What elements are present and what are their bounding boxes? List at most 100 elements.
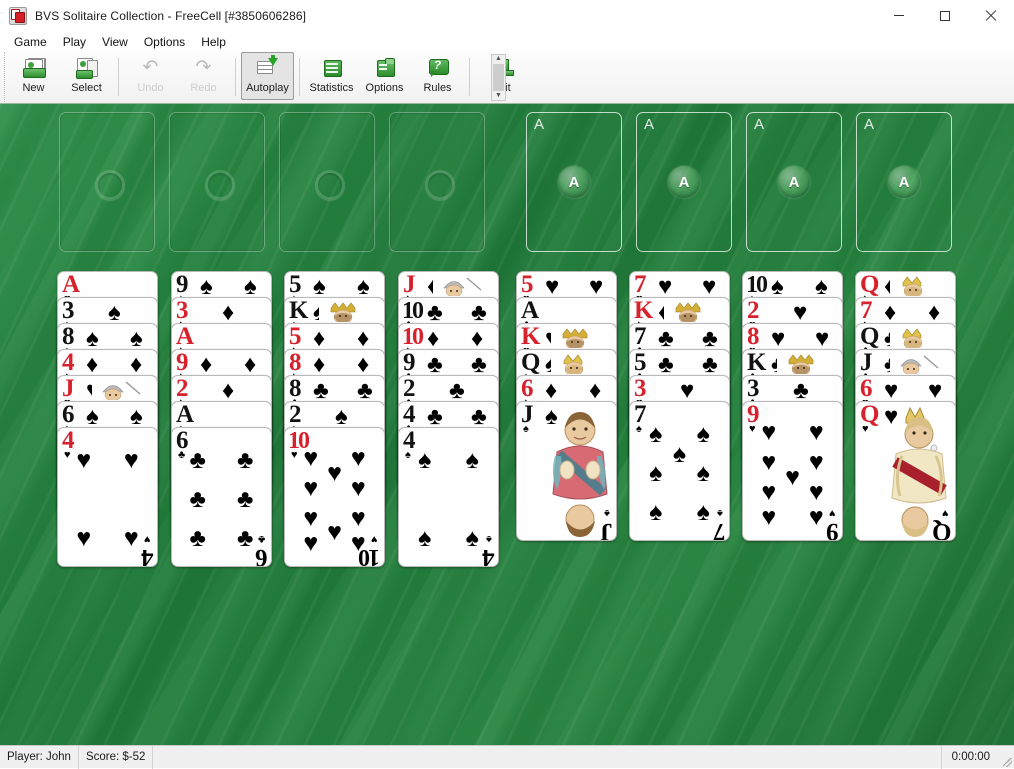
toolbar-new-button[interactable]: New	[7, 52, 60, 100]
card-suit-icon-inverted: ♥	[829, 507, 836, 519]
toolbar-select-button[interactable]: Select	[60, 52, 113, 100]
card-9-hearts[interactable]: 9 ♥ ♥ ♥ ♥ ♥ ♥ ♥ ♥ ♥ ♥ 9 ♥	[742, 401, 843, 541]
foundation-pile-4[interactable]: AA	[856, 112, 952, 252]
toolbar-select-label: Select	[71, 82, 102, 94]
card-pip-icon: ♥	[884, 403, 899, 430]
app-cards-icon	[9, 6, 27, 25]
toolbar-rules-button[interactable]: ? Rules	[411, 52, 464, 100]
card-rank-label-inverted: 4	[481, 544, 495, 567]
card-suit-icon: ♥	[862, 423, 869, 435]
free-cell-4[interactable]	[389, 112, 485, 252]
card-pip-icon: ♥	[761, 447, 777, 476]
card-pip-icon: ♥	[76, 523, 92, 552]
rules-badge: ?	[433, 58, 442, 72]
card-rank-label-inverted: 7	[712, 518, 726, 541]
close-icon	[985, 10, 997, 22]
card-pip-icon: ♥	[303, 504, 319, 533]
card-pip-icon: ♥	[327, 458, 342, 487]
foundation-pile-2[interactable]: AA	[636, 112, 732, 252]
card-suit-icon: ♥	[64, 449, 71, 461]
card-pip-icon: ♠	[418, 446, 432, 475]
menu-game-label: Game	[14, 34, 47, 49]
close-button[interactable]	[968, 0, 1014, 31]
card-pip-icon: ♥	[808, 478, 824, 507]
foundation-pile-1[interactable]: AA	[526, 112, 622, 252]
card-face-art	[777, 352, 835, 374]
card-pip-icon: ♥	[808, 447, 824, 476]
foundation-ace-icon: A	[888, 166, 920, 198]
title-bar: BVS Solitaire Collection - FreeCell [#38…	[0, 0, 1014, 32]
menu-view[interactable]: View	[94, 33, 136, 51]
toolbar-separator-3	[299, 58, 300, 96]
toolbar-redo-button[interactable]: ↷ Redo	[177, 52, 230, 100]
card-pip-icon: ♥	[123, 446, 139, 475]
status-score: Score: $-52	[79, 745, 154, 769]
menu-play[interactable]: Play	[55, 33, 94, 51]
foundation-pile-3[interactable]: AA	[746, 112, 842, 252]
card-pip-icon: ♣	[189, 484, 206, 513]
toolbar-scroll-up-icon[interactable]: ▲	[492, 55, 505, 63]
free-cell-3[interactable]	[279, 112, 375, 252]
card-pip-icon: ♥	[123, 523, 139, 552]
card-face-art	[551, 352, 609, 374]
card-pip-icon: ♣	[237, 484, 254, 513]
card-suit-icon-inverted: ♠	[486, 533, 492, 545]
card-rank-label-inverted: J	[599, 518, 613, 541]
free-cell-2[interactable]	[169, 112, 265, 252]
menu-bar: Game Play View Options Help	[0, 31, 1014, 52]
toolbar-scroll-thumb[interactable]	[493, 64, 504, 91]
resize-grip-icon[interactable]	[1000, 746, 1014, 769]
toolbar-autoplay-button[interactable]: Autoplay	[241, 52, 294, 100]
card-face-art	[664, 300, 722, 322]
minimize-button[interactable]	[876, 0, 922, 31]
card-face-art	[890, 326, 948, 348]
card-6-clubs[interactable]: 6 ♣ ♣ ♣ ♣ ♣ ♣ ♣ 6 ♣	[171, 427, 272, 567]
card-pip-icon: ♥	[761, 478, 777, 507]
card-pip-icon: ♠	[418, 523, 432, 552]
card-pip-icon: ♣	[189, 446, 206, 475]
card-pip-icon: ♠	[672, 439, 687, 468]
free-cell-ring-icon	[315, 170, 345, 200]
card-4-hearts[interactable]: 4 ♥ ♥ ♥ ♥ ♥ 4 ♥	[57, 427, 158, 567]
maximize-button[interactable]	[922, 0, 968, 31]
card-pip-icon: ♥	[303, 529, 319, 558]
card-face-art	[890, 352, 948, 374]
status-time: 0:00:00	[951, 751, 990, 763]
toolbar-scroll-down-icon[interactable]: ▼	[492, 92, 505, 100]
toolbar-undo-button[interactable]: ↶ Undo	[124, 52, 177, 100]
free-cell-1[interactable]	[59, 112, 155, 252]
card-10-hearts[interactable]: 10 ♥ ♥ ♥ ♥ ♥ ♥ ♥ ♥ ♥ ♥ ♥ 10 ♥	[284, 427, 385, 567]
menu-options[interactable]: Options	[136, 33, 193, 51]
card-pip-icon: ♥	[808, 503, 824, 532]
rules-icon: ?	[426, 56, 450, 80]
toolbar-statistics-label: Statistics	[309, 82, 354, 94]
card-J-spades[interactable]: J ♠ ♠ J ♠	[516, 401, 617, 541]
card-Q-hearts[interactable]: Q ♥ ♥ Q ♥	[855, 401, 956, 541]
card-pip-icon: ♠	[649, 420, 663, 449]
free-cell-ring-icon	[425, 170, 455, 200]
card-7-spades[interactable]: 7 ♠ ♠ ♠ ♠ ♠ ♠ ♠ ♠ 7 ♠	[629, 401, 730, 541]
card-face-art	[92, 378, 150, 400]
statistics-icon	[320, 56, 344, 80]
card-suit-icon: ♥	[749, 423, 756, 435]
card-pip-icon: ♥	[761, 417, 777, 446]
card-pip-icon: ♥	[761, 503, 777, 532]
foundation-corner-label: A	[534, 116, 545, 133]
card-suit-icon-inverted: ♥	[942, 507, 949, 519]
menu-help[interactable]: Help	[193, 33, 234, 51]
game-board: AAAAAAAA A♥3♠♠8♠♠♠4♦♦♦J♥♥ 6♠♠♠4♥♥♥♥♥4♥9♠…	[0, 104, 1014, 745]
toolbar-scrollbar[interactable]: ▲ ▼	[491, 54, 506, 101]
card-pip-icon: ♠	[696, 420, 710, 449]
free-cell-ring-icon	[95, 170, 125, 200]
card-pip-icon: ♣	[237, 523, 254, 552]
card-4-spades[interactable]: 4 ♠ ♠ ♠ ♠ ♠ 4 ♠	[398, 427, 499, 567]
card-pip-icon: ♥	[350, 504, 366, 533]
menu-options-label: Options	[143, 34, 186, 49]
toolbar-options-button[interactable]: Options	[358, 52, 411, 100]
status-player: Player: John	[0, 745, 79, 769]
undo-arrow-icon: ↶	[142, 57, 159, 78]
card-face-art	[551, 326, 609, 348]
card-face-art	[890, 274, 948, 296]
toolbar-statistics-button[interactable]: Statistics	[305, 52, 358, 100]
menu-game[interactable]: Game	[6, 33, 55, 51]
